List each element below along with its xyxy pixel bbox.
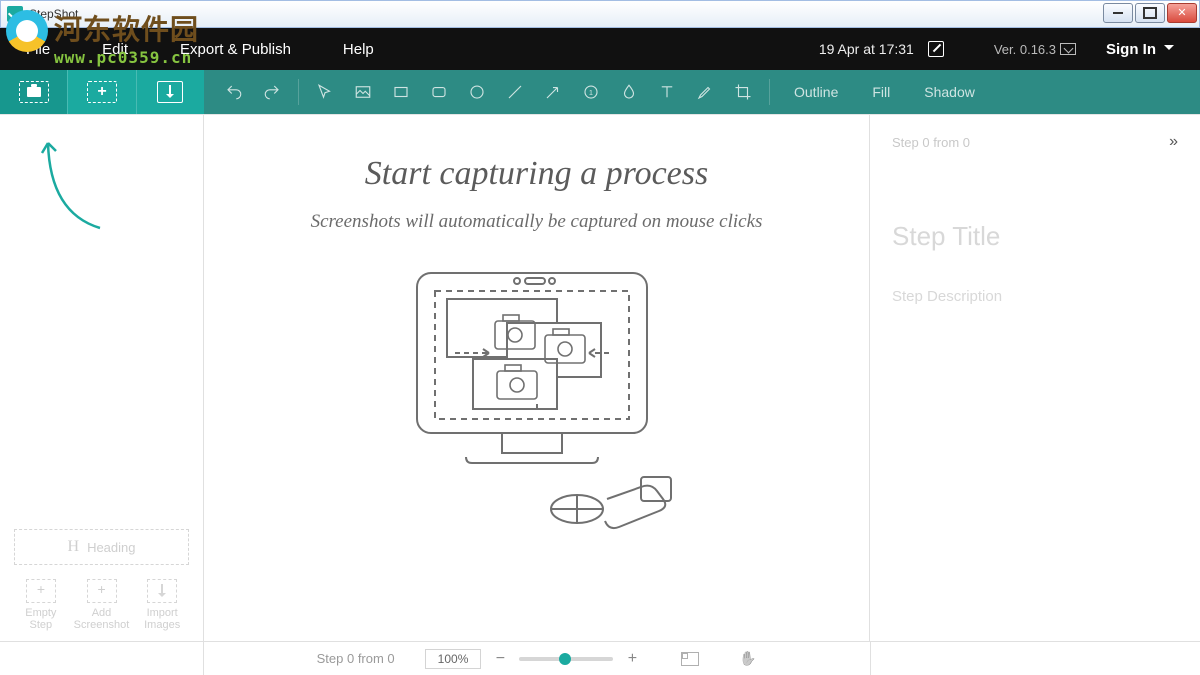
- document-date: 19 Apr at 17:31: [819, 41, 914, 57]
- outline-style-button[interactable]: Outline: [778, 84, 854, 100]
- window-title: StepShot: [29, 7, 78, 21]
- app-icon: [7, 6, 23, 22]
- canvas-title: Start capturing a process: [365, 155, 708, 193]
- step-counter: Step 0 from 0: [892, 135, 970, 150]
- zoom-slider[interactable]: [519, 657, 613, 661]
- toolbar: + 1 Outline Fill Shadow: [0, 70, 1200, 114]
- window-titlebar: StepShot: [0, 0, 1200, 28]
- shadow-style-button[interactable]: Shadow: [908, 84, 991, 100]
- collapse-panel-button[interactable]: »: [1169, 133, 1178, 151]
- rectangle-tool[interactable]: [383, 74, 419, 110]
- step-title-input[interactable]: Step Title: [892, 221, 1178, 252]
- redo-button[interactable]: [254, 74, 290, 110]
- select-tool[interactable]: [307, 74, 343, 110]
- edit-date-icon[interactable]: [928, 41, 944, 57]
- blur-tool[interactable]: [611, 74, 647, 110]
- pan-tool-button[interactable]: [739, 650, 757, 668]
- arrow-tool[interactable]: [535, 74, 571, 110]
- camera-icon: [27, 87, 41, 97]
- window-maximize-button[interactable]: [1135, 3, 1165, 23]
- canvas-subtitle: Screenshots will automatically be captur…: [311, 211, 763, 233]
- add-heading-button[interactable]: H Heading: [14, 529, 189, 565]
- add-screenshot-button[interactable]: Add Screenshot: [74, 579, 130, 631]
- empty-step-button[interactable]: Empty Step: [14, 579, 68, 631]
- fill-style-button[interactable]: Fill: [856, 84, 906, 100]
- menu-export-publish[interactable]: Export & Publish: [154, 28, 317, 70]
- menu-help[interactable]: Help: [317, 28, 400, 70]
- status-step-counter: Step 0 from 0: [317, 651, 395, 666]
- menu-file[interactable]: File: [0, 28, 76, 70]
- zoom-out-button[interactable]: −: [491, 650, 509, 668]
- text-tool[interactable]: [649, 74, 685, 110]
- heading-label: Heading: [87, 540, 135, 555]
- signin-button[interactable]: Sign In: [1106, 41, 1174, 58]
- add-step-button[interactable]: +: [68, 70, 135, 114]
- import-button[interactable]: [137, 70, 204, 114]
- import-images-icon: [147, 579, 177, 603]
- status-bar: Step 0 from 0 100% − +: [0, 641, 1200, 675]
- update-icon[interactable]: [1060, 43, 1076, 55]
- import-icon: [157, 81, 183, 103]
- image-tool[interactable]: [345, 74, 381, 110]
- crop-tool[interactable]: [725, 74, 761, 110]
- capture-toolbar: +: [0, 70, 204, 114]
- step-description-input[interactable]: Step Description: [892, 288, 1178, 305]
- window-close-button[interactable]: [1167, 3, 1197, 23]
- import-images-button[interactable]: Import Images: [135, 579, 189, 631]
- fit-screen-button[interactable]: [681, 652, 699, 666]
- properties-panel: Step 0 from 0 » Step Title Step Descript…: [870, 115, 1200, 641]
- steps-panel: H Heading Empty Step Add Screenshot Impo…: [0, 115, 204, 641]
- heading-icon: H: [68, 538, 80, 556]
- window-minimize-button[interactable]: [1103, 3, 1133, 23]
- svg-text:1: 1: [589, 88, 593, 97]
- annotation-toolbar: 1 Outline Fill Shadow: [204, 70, 1200, 114]
- zoom-in-button[interactable]: +: [623, 650, 641, 668]
- zoom-controls: 100% − +: [425, 649, 758, 669]
- line-tool[interactable]: [497, 74, 533, 110]
- undo-button[interactable]: [216, 74, 252, 110]
- canvas-illustration: [377, 263, 697, 543]
- version-label: Ver. 0.16.3: [994, 42, 1056, 57]
- menu-bar: File Edit Export & Publish Help 19 Apr a…: [0, 28, 1200, 70]
- plus-icon: +: [97, 83, 106, 101]
- zoom-value[interactable]: 100%: [425, 649, 482, 669]
- highlight-tool[interactable]: [687, 74, 723, 110]
- ellipse-tool[interactable]: [459, 74, 495, 110]
- sequence-tool[interactable]: 1: [573, 74, 609, 110]
- capture-button[interactable]: [0, 70, 67, 114]
- hint-arrow-icon: [30, 133, 110, 233]
- add-screenshot-icon: [87, 579, 117, 603]
- empty-step-icon: [26, 579, 56, 603]
- menu-edit[interactable]: Edit: [76, 28, 154, 70]
- canvas-area: Start capturing a process Screenshots wi…: [204, 115, 870, 641]
- rounded-rect-tool[interactable]: [421, 74, 457, 110]
